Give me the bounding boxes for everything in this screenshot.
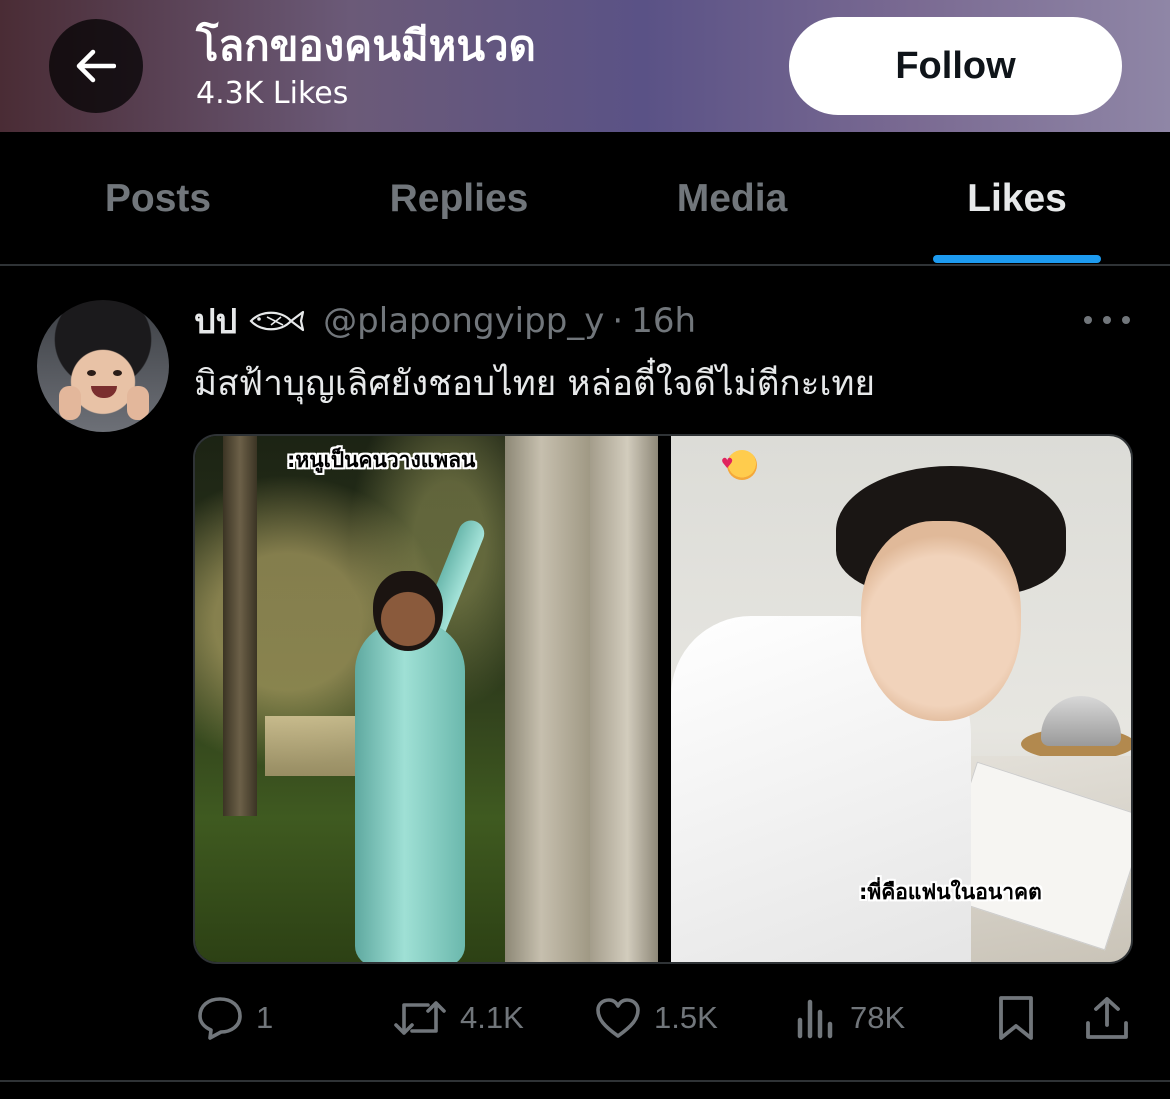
views-chart-icon — [797, 999, 833, 1039]
tabs-divider — [0, 264, 1170, 266]
media-caption-right: :พี่คือแฟนในอนาคต — [859, 880, 1042, 904]
separator-dot: · — [612, 301, 624, 341]
repost-count: 4.1K — [460, 1000, 524, 1035]
tab-posts[interactable]: Posts — [60, 132, 256, 265]
active-tab-indicator — [933, 255, 1101, 263]
back-button[interactable] — [49, 19, 143, 113]
reply-count: 1 — [256, 1000, 274, 1035]
more-options-button[interactable] — [1084, 306, 1130, 334]
repost-icon — [394, 1001, 446, 1035]
share-icon — [1086, 997, 1128, 1039]
views-count: 78K — [850, 1000, 906, 1035]
profile-name: โลกของคนมีหนวด — [196, 21, 536, 70]
share-button[interactable] — [1084, 988, 1130, 1048]
post-actions: 1 4.1K 1.5K 78K — [0, 988, 1170, 1048]
tab-likes[interactable]: Likes — [930, 132, 1104, 265]
bookmark-button[interactable] — [996, 988, 1036, 1048]
post-time[interactable]: 16h — [631, 301, 696, 341]
likes-count: 4.3K Likes — [196, 76, 349, 111]
tab-replies[interactable]: Replies — [356, 132, 562, 265]
follow-button[interactable]: Follow — [789, 17, 1122, 115]
profile-tabs: Posts Replies Media Likes — [0, 132, 1170, 265]
reply-icon — [198, 997, 242, 1040]
bookmark-icon — [999, 996, 1033, 1040]
media-photo-left[interactable]: :หนูเป็นคนวางแพลน — [195, 436, 658, 962]
profile-header: โลกของคนมีหนวด 4.3K Likes Follow — [0, 0, 1170, 132]
views-button[interactable]: 78K — [796, 988, 905, 1048]
author-handle[interactable]: @plapongyipp_y — [323, 301, 604, 341]
smiling-face-with-hearts-icon — [721, 450, 757, 480]
avatar[interactable] — [37, 300, 169, 432]
arrow-left-icon — [76, 49, 116, 83]
heart-icon — [596, 998, 640, 1038]
like-count: 1.5K — [654, 1000, 718, 1035]
repost-button[interactable]: 4.1K — [392, 988, 524, 1048]
fish-icon — [247, 308, 305, 334]
media-photo-right[interactable]: :พี่คือแฟนในอนาคต — [671, 436, 1131, 962]
more-dots-icon — [1084, 316, 1092, 324]
post-divider — [0, 1080, 1170, 1082]
like-button[interactable]: 1.5K — [594, 988, 718, 1048]
post-author-line: ปป @plapongyipp_y · 16h — [194, 298, 696, 344]
reply-button[interactable]: 1 — [196, 988, 273, 1048]
author-name[interactable]: ปป — [194, 294, 237, 348]
post-media[interactable]: :หนูเป็นคนวางแพลน :พี่คือแฟนในอนาคต — [193, 434, 1133, 964]
media-caption-left: :หนูเป็นคนวางแพลน — [287, 448, 476, 472]
post-text: มิสฟ้าบุญเลิศยังชอบไทย หล่อตี๋ใจดีไม่ตีก… — [194, 364, 875, 404]
tab-media[interactable]: Media — [640, 132, 824, 265]
